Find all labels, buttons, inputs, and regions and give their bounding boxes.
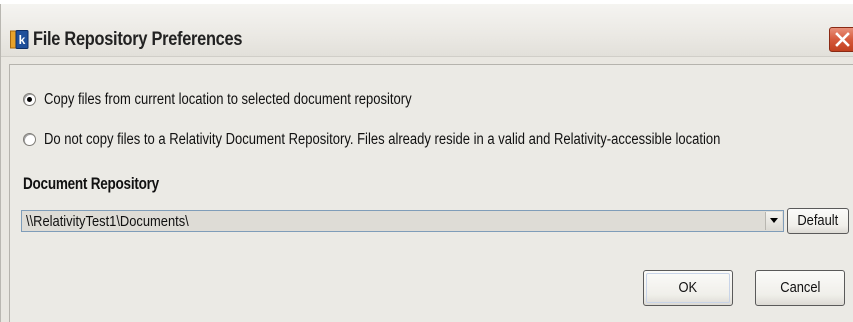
no-copy-radio[interactable] <box>23 133 36 146</box>
copy-files-label: Copy files from current location to sele… <box>44 91 412 108</box>
default-button-label: Default <box>797 212 839 229</box>
document-repository-value: \\RelativityTest1\Documents\ <box>26 213 189 230</box>
close-icon <box>835 32 850 47</box>
cancel-button-label: Cancel <box>779 279 821 296</box>
relativity-app-icon: k <box>10 30 29 49</box>
ok-button-label: OK <box>678 279 698 296</box>
no-copy-label: Do not copy files to a Relativity Docume… <box>44 131 721 148</box>
default-button[interactable]: Default <box>787 208 849 234</box>
cancel-button[interactable]: Cancel <box>755 270 845 306</box>
file-repository-preferences-dialog: k File Repository Preferences Copy files… <box>0 4 853 322</box>
svg-text:k: k <box>19 33 26 47</box>
chevron-down-icon <box>770 218 778 223</box>
dropdown-button[interactable] <box>765 212 782 230</box>
dialog-body: Copy files from current location to sele… <box>9 64 853 322</box>
copy-files-radio[interactable] <box>23 93 36 106</box>
title-bar[interactable]: k File Repository Preferences <box>1 4 853 57</box>
radio-selected-dot <box>27 97 32 102</box>
document-repository-select[interactable]: \\RelativityTest1\Documents\ <box>21 210 784 232</box>
document-repository-heading: Document Repository <box>23 175 159 193</box>
close-button[interactable] <box>829 27 853 52</box>
ok-button[interactable]: OK <box>643 270 733 306</box>
window-title: File Repository Preferences <box>33 29 243 50</box>
